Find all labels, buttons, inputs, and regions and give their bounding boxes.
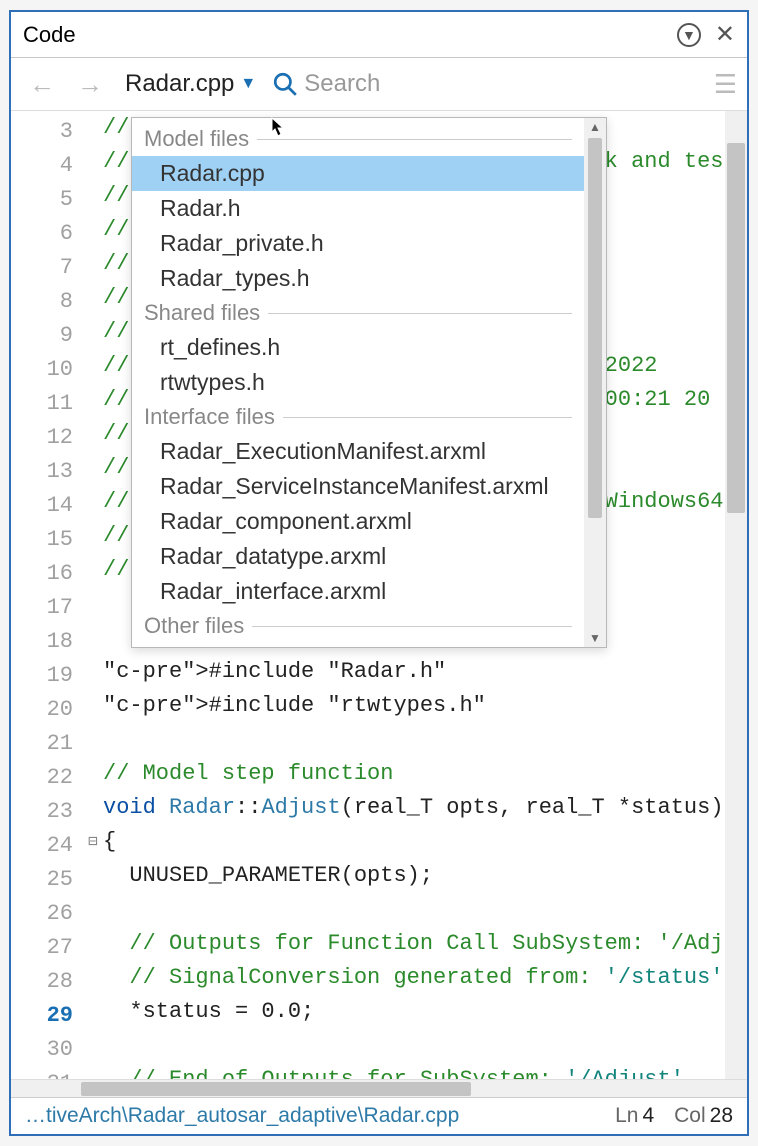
scroll-up-icon[interactable]: ▲ [589, 118, 601, 136]
horizontal-scrollbar[interactable] [11, 1079, 747, 1097]
forward-icon[interactable]: → [71, 69, 109, 100]
cursor-icon [266, 116, 286, 146]
fold-column[interactable]: ⊟ [83, 111, 103, 1079]
dropdown-group-header: Other files [132, 609, 584, 643]
file-dropdown-trigger[interactable]: Radar.cpp ▼ [119, 68, 262, 100]
window-title: Code [23, 22, 76, 48]
dropdown-group-header: Shared files [132, 296, 584, 330]
file-path: …tiveArch\Radar_autosar_adaptive\Radar.c… [25, 1104, 595, 1128]
scroll-down-icon[interactable]: ▼ [589, 629, 601, 647]
scroll-thumb[interactable] [727, 143, 745, 513]
back-icon[interactable]: ← [23, 69, 61, 100]
titlebar: Code ▼ ✕ [11, 12, 747, 58]
dropdown-group-header: Interface files [132, 400, 584, 434]
chevron-down-icon: ▼ [240, 75, 256, 93]
ln-value: 4 [642, 1104, 654, 1127]
dropdown-group-header: Model files [132, 122, 584, 156]
dropdown-item[interactable]: Radar_ServiceInstanceManifest.arxml [132, 469, 584, 504]
search-input[interactable]: Search [272, 70, 380, 98]
dropdown-item[interactable]: Radar.h [132, 191, 584, 226]
dropdown-item[interactable]: Radar_private.h [132, 226, 584, 261]
dropdown-item[interactable]: Radar_component.arxml [132, 504, 584, 539]
col-value: 28 [710, 1104, 733, 1127]
code-panel: Code ▼ ✕ ← → Radar.cpp ▼ Search ☰ Model … [9, 10, 749, 1136]
dropdown-item[interactable]: Radar_ExecutionManifest.arxml [132, 434, 584, 469]
col-label: Col [674, 1104, 706, 1127]
search-placeholder: Search [304, 70, 380, 98]
close-icon[interactable]: ✕ [715, 20, 735, 49]
file-dropdown: Model filesRadar.cppRadar.hRadar_private… [131, 117, 607, 648]
scroll-thumb[interactable] [81, 1082, 471, 1096]
line-gutter: 3456789101112131415161718192021222324252… [11, 111, 83, 1079]
toolbar: ← → Radar.cpp ▼ Search ☰ [11, 58, 747, 111]
dropdown-item[interactable]: rt_defines.h [132, 330, 584, 365]
scroll-thumb[interactable] [588, 138, 602, 518]
dropdown-item[interactable]: Radar_interface.arxml [132, 574, 584, 609]
current-file-label: Radar.cpp [125, 70, 234, 98]
dropdown-scrollbar[interactable]: ▲ ▼ [584, 118, 606, 647]
vertical-scrollbar[interactable] [725, 111, 747, 1079]
menu-icon[interactable]: ☰ [714, 69, 735, 100]
dropdown-item[interactable]: Radar.cpp [132, 156, 584, 191]
ln-label: Ln [615, 1104, 638, 1127]
dropdown-item[interactable]: rtwtypes.h [132, 365, 584, 400]
statusbar: …tiveArch\Radar_autosar_adaptive\Radar.c… [11, 1097, 747, 1134]
panel-options-icon[interactable]: ▼ [677, 23, 701, 47]
dropdown-item[interactable]: Radar_types.h [132, 261, 584, 296]
dropdown-item[interactable]: Radar_datatype.arxml [132, 539, 584, 574]
search-icon [272, 71, 298, 97]
